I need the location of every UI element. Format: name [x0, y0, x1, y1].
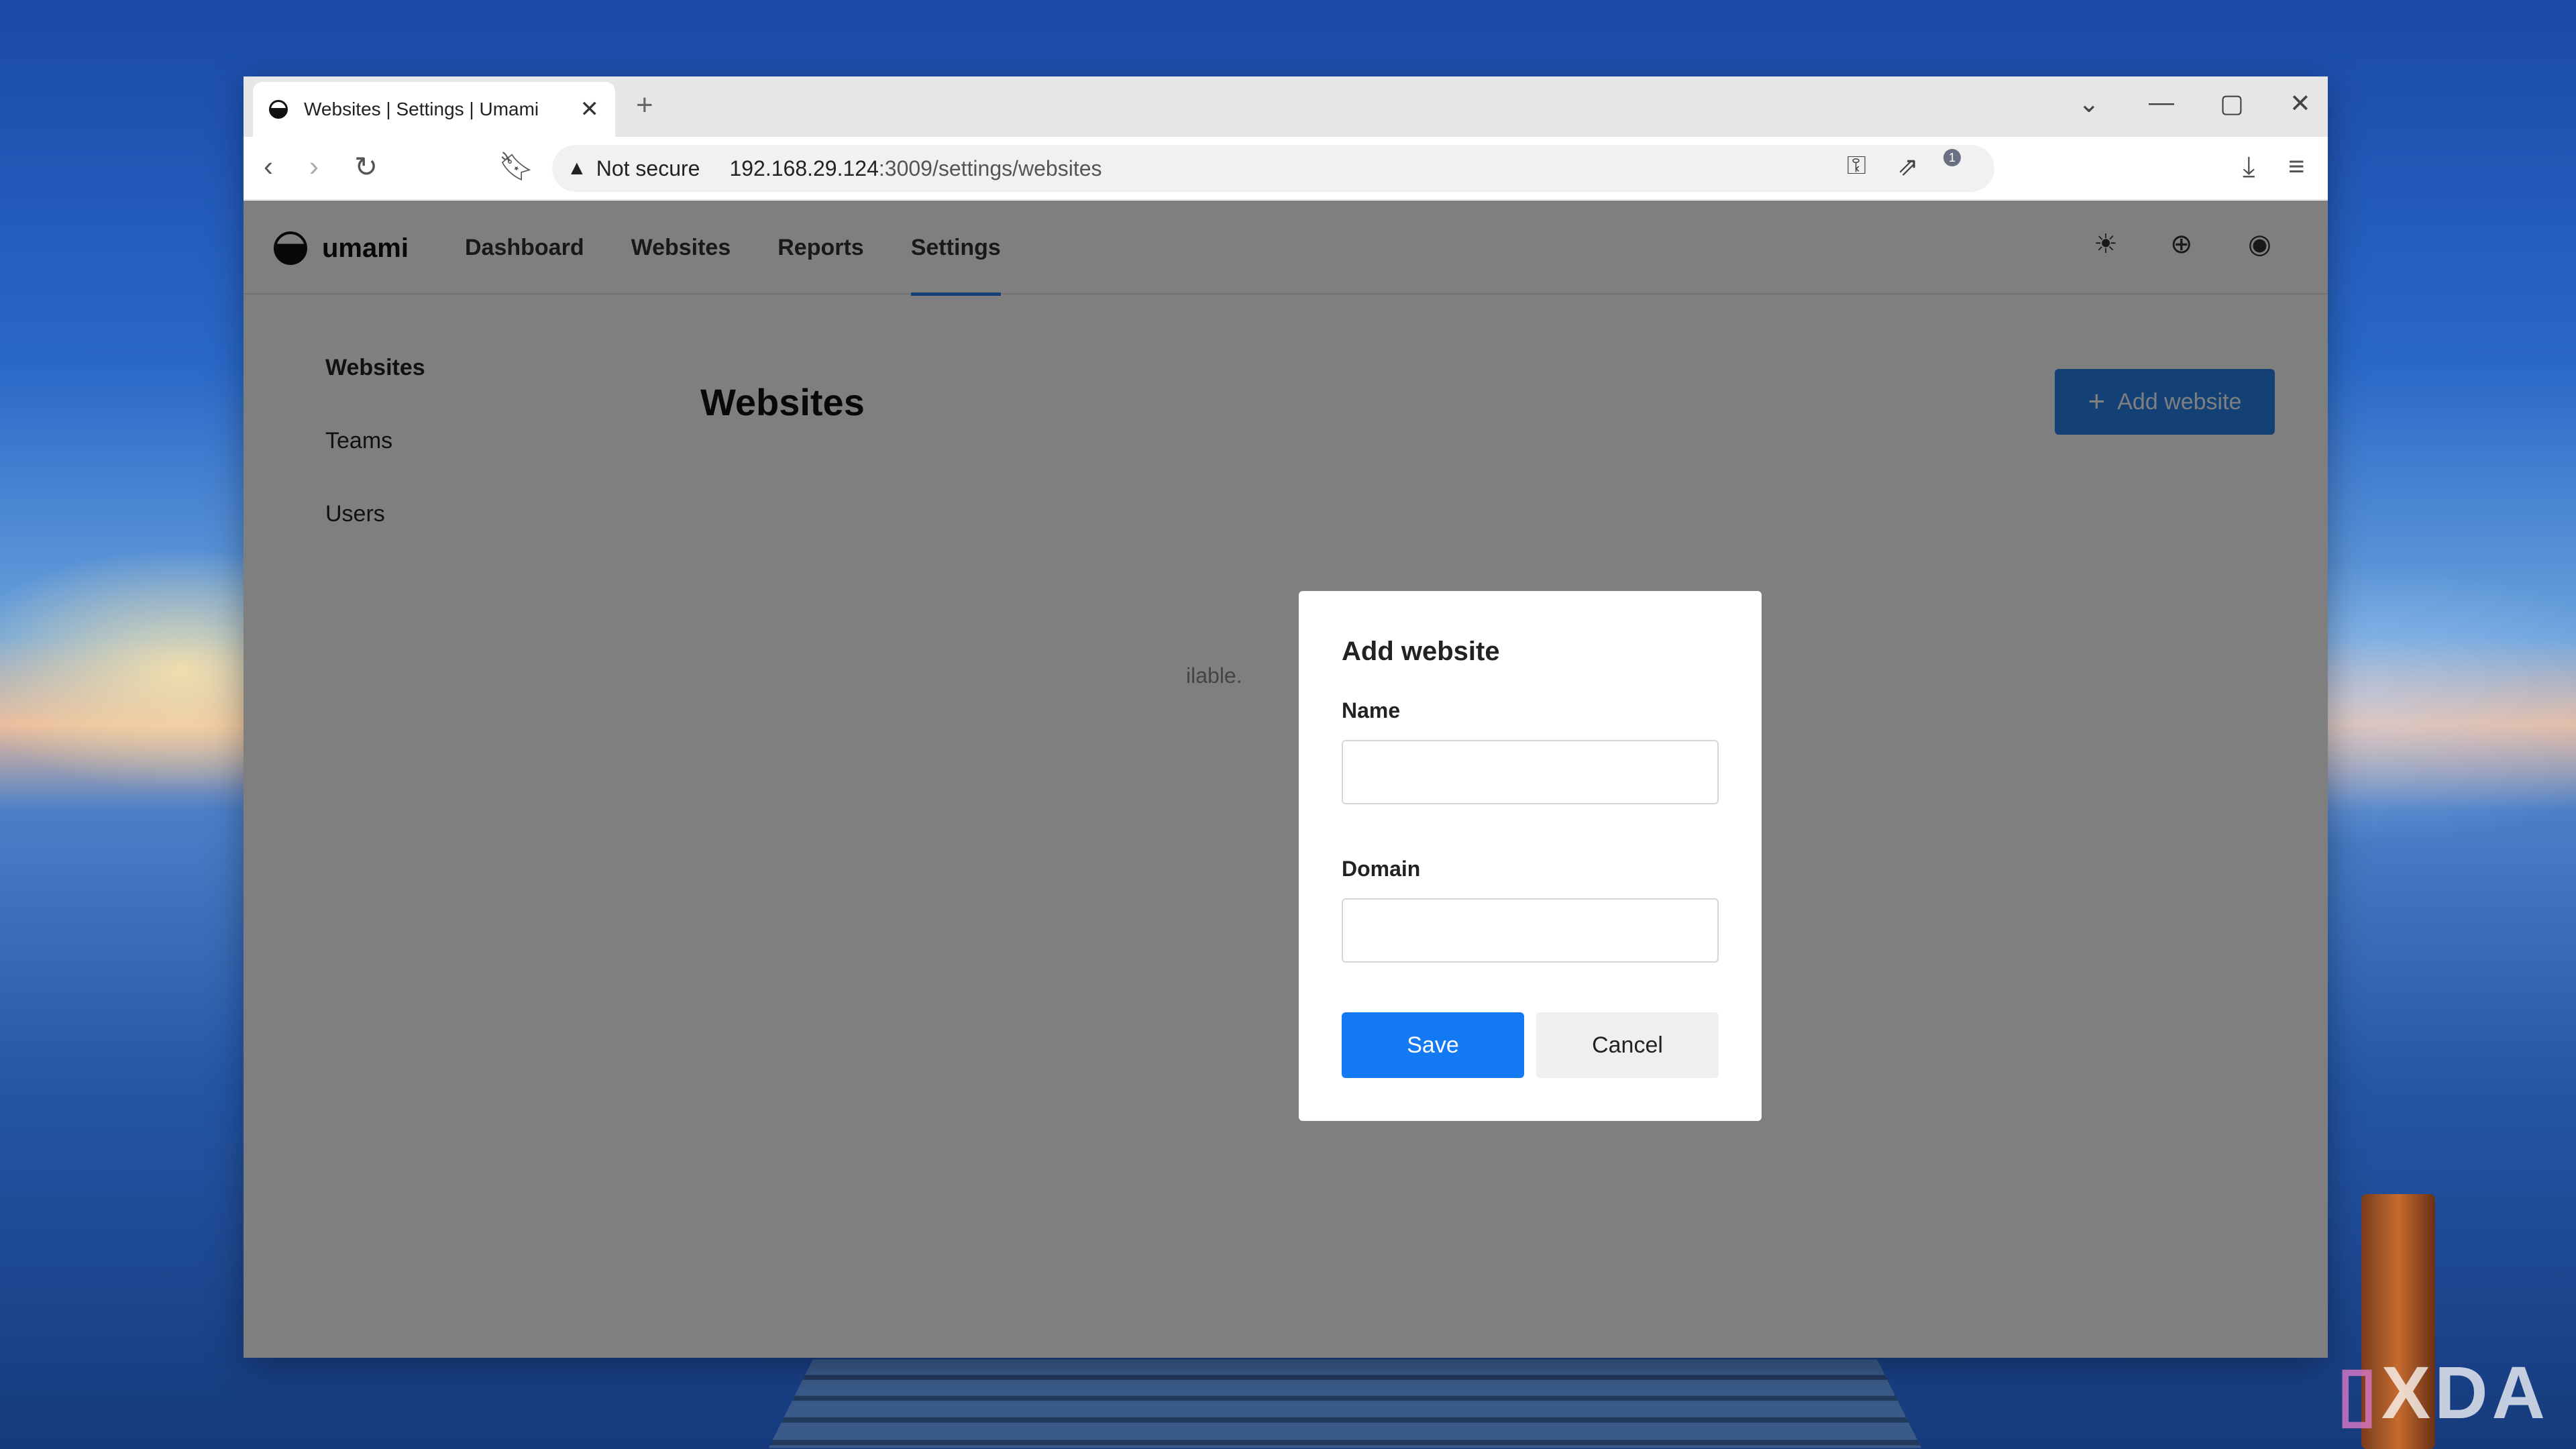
xda-watermark: ▯XDA [2337, 1352, 2549, 1434]
name-input[interactable] [1342, 740, 1719, 804]
address-bar[interactable]: ▲ Not secure 192.168.29.124 :3009/settin… [552, 145, 1994, 192]
window-close-icon[interactable]: ✕ [2290, 89, 2311, 119]
security-label[interactable]: Not secure [596, 156, 700, 181]
add-website-dialog: Add website Name Domain Save Cancel [1299, 591, 1762, 1121]
back-icon[interactable]: ‹ [264, 150, 273, 182]
url-host: 192.168.29.124 [729, 156, 879, 180]
browser-toolbar: ‹ › ↻ 🔖︎ ▲ Not secure 192.168.29.124 :30… [244, 137, 2328, 200]
cancel-button[interactable]: Cancel [1536, 1012, 1719, 1078]
reload-icon[interactable]: ↻ [354, 150, 378, 183]
warning-icon: ▲ [567, 157, 587, 179]
bookmark-icon[interactable]: 🔖︎ [498, 150, 534, 183]
key-icon[interactable]: ⚿ [1847, 152, 1866, 180]
tab-title: Websites | Settings | Umami [304, 99, 539, 119]
name-label: Name [1342, 698, 1401, 722]
domain-input[interactable] [1342, 898, 1719, 963]
umami-app: umami Dashboard Websites Reports Setting… [244, 201, 2328, 1358]
extension-badge: 1 [1943, 149, 1961, 166]
dialog-title: Add website [1342, 637, 1500, 666]
url-path: :3009/settings/websites [878, 156, 1102, 180]
download-icon[interactable]: ⤓ [2243, 150, 2255, 183]
share-icon[interactable]: ⇗ [1897, 152, 1919, 182]
minimize-icon[interactable]: — [2149, 89, 2174, 117]
modal-overlay[interactable] [244, 201, 2328, 1358]
browser-tab[interactable]: Websites | Settings | Umami ✕ [253, 82, 615, 137]
tab-close-icon[interactable]: ✕ [580, 96, 600, 123]
forward-icon[interactable]: › [309, 150, 319, 182]
menu-icon[interactable]: ≡ [2288, 150, 2305, 182]
wallpaper-dock [768, 1359, 1922, 1448]
tab-strip: Websites | Settings | Umami ✕ + ⌄ — ▢ ✕ [244, 76, 2328, 137]
browser-window: Websites | Settings | Umami ✕ + ⌄ — ▢ ✕ … [244, 76, 2328, 1358]
domain-label: Domain [1342, 857, 1421, 881]
new-tab-button[interactable]: + [636, 89, 653, 122]
maximize-icon[interactable]: ▢ [2220, 89, 2244, 119]
tab-search-icon[interactable]: ⌄ [2078, 89, 2100, 119]
umami-favicon-icon [269, 100, 288, 119]
save-button[interactable]: Save [1342, 1012, 1524, 1078]
